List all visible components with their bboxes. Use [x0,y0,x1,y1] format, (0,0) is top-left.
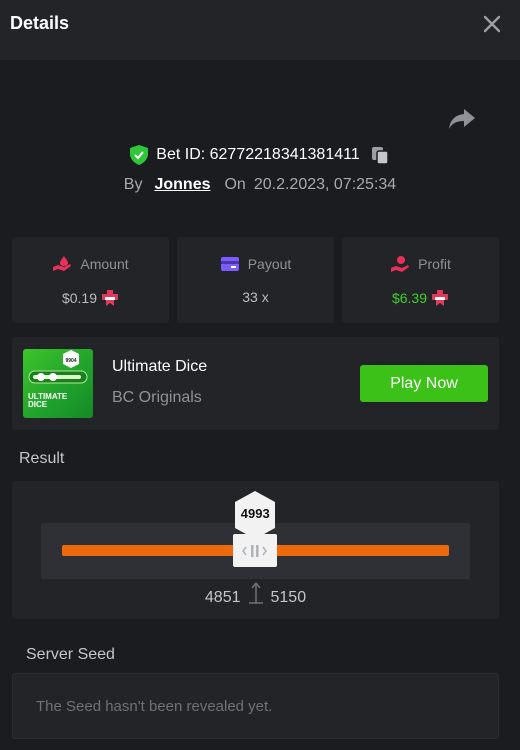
amount-card: Amount $0.19 [12,237,169,323]
user-link[interactable]: Jonnes [154,176,210,194]
server-seed-box: The Seed hasn't been revealed yet. [12,673,499,739]
header: Details [0,0,520,60]
result-range: 4851 5150 [12,582,499,607]
range-marker-icon [248,582,263,604]
coin-icon [432,290,449,306]
close-icon[interactable] [482,14,502,34]
copy-icon[interactable] [370,145,390,165]
bet-author-row: By Jonnes On 20.2.2023, 07:25:34 [0,173,520,197]
hand-coin-icon [391,256,410,272]
thumb-title: ULTIMATE DICE [28,392,68,409]
server-seed-message: The Seed hasn't been revealed yet. [36,698,273,715]
game-card: 9904 ULTIMATE DICE Ultimate Dice BC Orig… [12,337,499,430]
payout-value: 33 x [242,289,269,305]
hand-drop-icon [53,256,72,271]
server-seed-label: Server Seed [26,646,115,663]
result-value: 4993 [240,506,270,521]
range-high: 5150 [270,589,307,606]
thumb-badge: 9904 [65,358,76,364]
play-now-button[interactable]: Play Now [360,365,488,402]
by-label: By [123,176,143,193]
drag-handle-icon [242,544,268,557]
card-icon [220,257,239,271]
game-name[interactable]: Ultimate Dice [112,358,207,376]
shield-check-icon [130,145,149,165]
bet-id: Bet ID: 62772218341381411 [156,146,360,163]
amount-label: Amount [80,256,129,272]
page-title: Details [10,13,70,33]
profit-card: Profit $6.39 [342,237,499,323]
bet-datetime: 20.2.2023, 07:25:34 [253,176,397,193]
coin-icon [102,290,119,306]
result-label: Result [19,450,65,467]
range-low: 4851 [204,589,241,606]
share-icon[interactable] [448,107,476,131]
game-thumbnail[interactable]: 9904 ULTIMATE DICE [23,349,93,418]
profit-value: $6.39 [391,290,428,306]
slider-handle[interactable] [233,534,278,567]
profit-label: Profit [418,256,451,272]
payout-label: Payout [247,256,292,272]
amount-value: $0.19 [61,290,98,306]
payout-card: Payout 33 x [177,237,334,323]
dice-slider-graphic: 9904 [28,350,88,384]
result-panel: 4993 4851 5150 [12,481,499,619]
on-label: On [224,176,246,193]
bet-id-row: Bet ID: 62772218341381411 [0,143,520,167]
game-provider: BC Originals [112,389,202,406]
